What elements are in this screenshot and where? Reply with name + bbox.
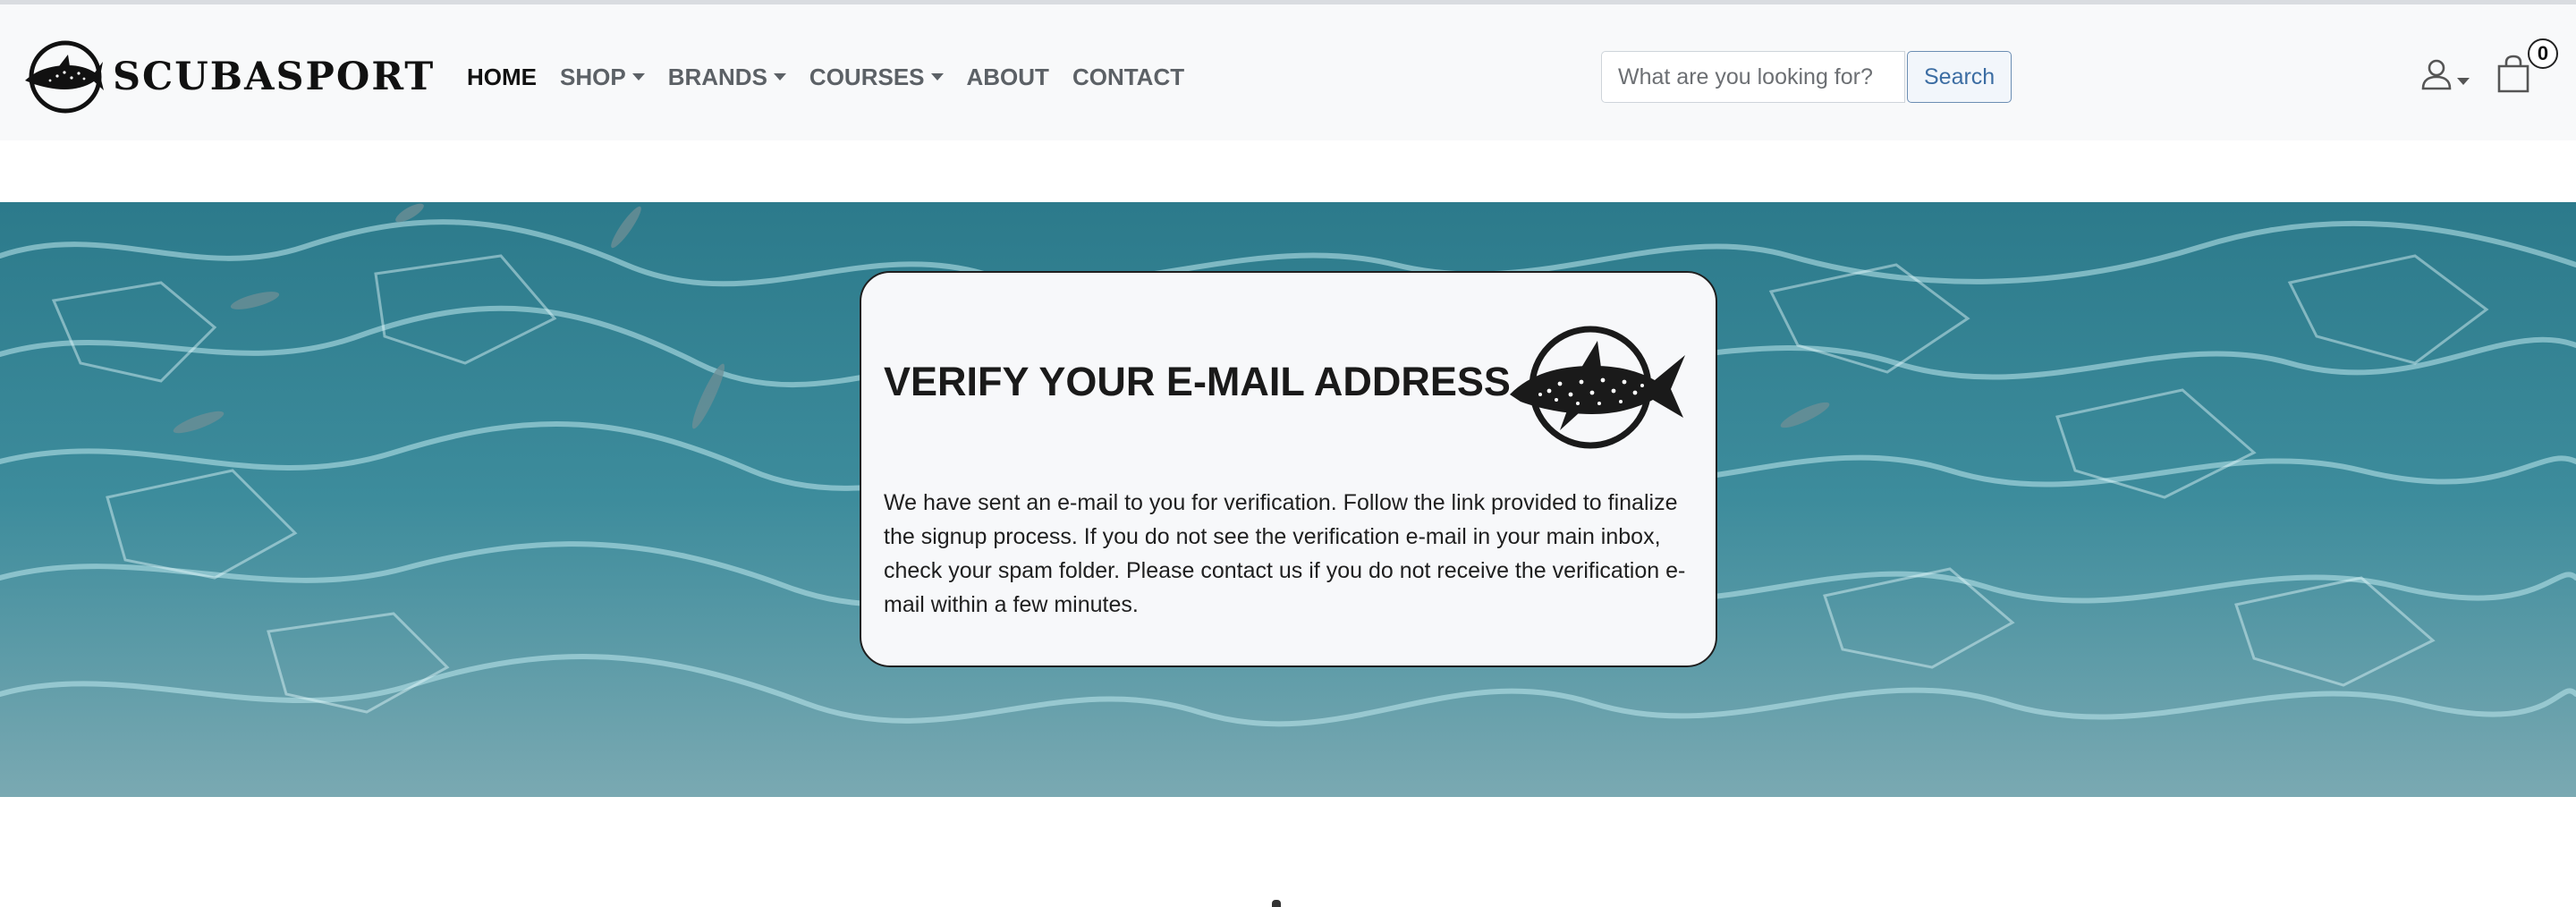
verify-email-message: We have sent an e-mail to you for verifi… (884, 490, 1686, 617)
nav-home-label: HOME (467, 63, 537, 90)
nav-contact[interactable]: CONTACT (1072, 64, 1184, 91)
cart-count-badge: 0 (2528, 38, 2558, 69)
search-button[interactable]: Search (1907, 51, 2012, 103)
nav-home[interactable]: HOME (467, 64, 537, 91)
navbar: SCUBASPORT HOME SHOP BRANDS COURSES ABOU… (0, 4, 2576, 140)
nav-contact-label: CONTACT (1072, 63, 1185, 90)
brand-logo-link[interactable]: SCUBASPORT (23, 38, 435, 115)
whale-shark-logo-icon (25, 40, 104, 114)
nav-brands-label: BRANDS (667, 63, 767, 90)
nav-courses-label: COURSES (809, 63, 925, 90)
whale-shark-logo-icon (1510, 326, 1685, 449)
nav-courses[interactable]: COURSES (809, 64, 944, 91)
nav-brands[interactable]: BRANDS (668, 64, 786, 91)
verify-email-title: VERIFY YOUR E-MAIL ADDRESS (884, 359, 1511, 404)
scroll-content-hint (1272, 900, 1281, 907)
chevron-down-icon (773, 73, 786, 81)
nav-shop[interactable]: SHOP (560, 64, 645, 91)
user-menu[interactable] (2420, 58, 2470, 90)
nav-about-label: ABOUT (966, 63, 1049, 90)
chevron-down-icon (930, 73, 944, 81)
nav-about[interactable]: ABOUT (967, 64, 1049, 91)
search-form: Search (1601, 51, 2012, 103)
chevron-down-icon (631, 73, 645, 81)
cart-button[interactable]: 0 (2496, 38, 2558, 101)
chevron-down-icon (2457, 78, 2470, 85)
brand-name: SCUBASPORT (113, 55, 436, 99)
shopping-bag-icon (2497, 55, 2529, 93)
verify-email-card: VERIFY YOUR E-MAIL ADDRESS We have sent … (860, 271, 1717, 667)
search-input[interactable] (1601, 51, 1905, 103)
user-icon (2421, 59, 2452, 90)
main-nav: HOME SHOP BRANDS COURSES ABOUT CONTACT (467, 56, 1208, 97)
nav-shop-label: SHOP (560, 63, 626, 90)
